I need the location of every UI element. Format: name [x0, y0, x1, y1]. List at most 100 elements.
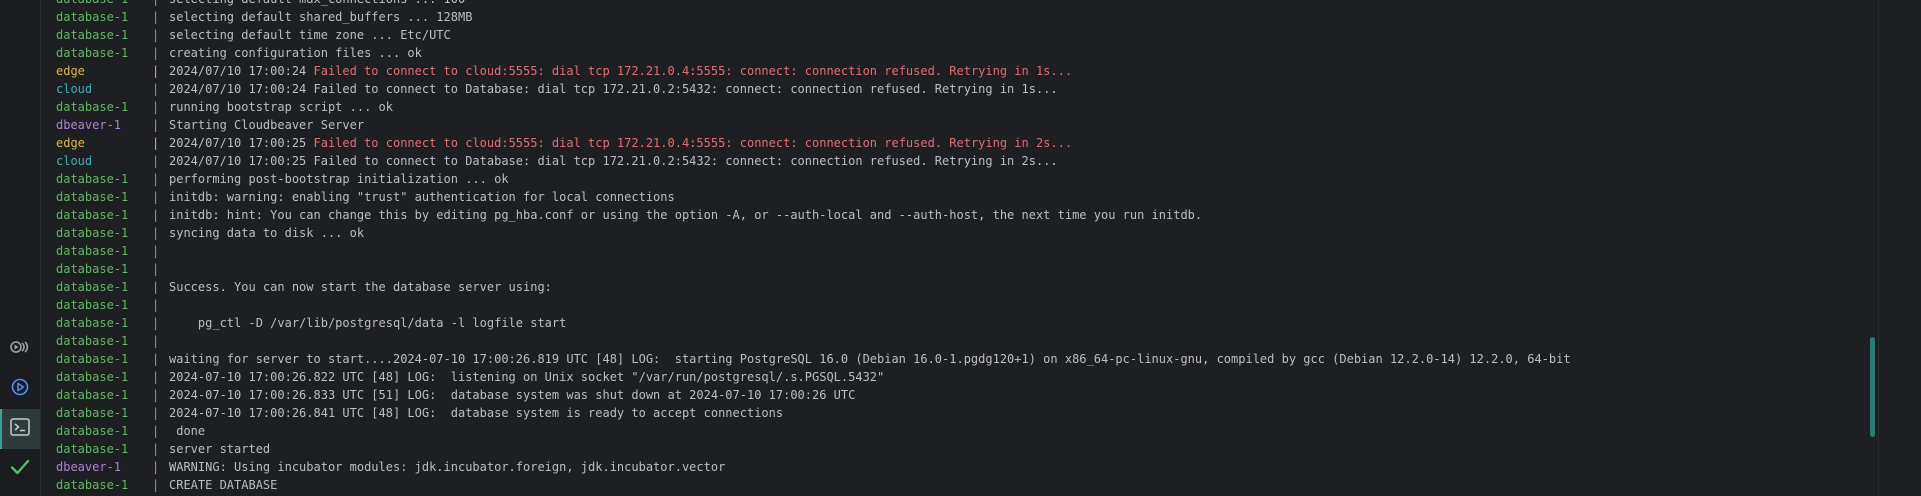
run-debug-icon — [10, 377, 30, 402]
terminal-button[interactable] — [0, 409, 40, 449]
log-error-message: Failed to connect to cloud:5555: dial tc… — [313, 136, 1073, 150]
log-separator: | — [152, 478, 160, 492]
service-name: cloud — [56, 82, 93, 96]
log-message: server started — [169, 442, 271, 456]
log-separator: | — [152, 244, 160, 258]
terminal-icon — [10, 417, 30, 441]
log-line: database-1 | syncing data to disk ... ok — [56, 224, 1891, 242]
log-line: database-1 | creating configuration files … — [56, 44, 1891, 62]
log-line: database-1 | — [56, 296, 1891, 314]
services-button[interactable] — [0, 329, 40, 369]
log-message: 2024/07/10 17:00:24 Failed to connect to… — [169, 82, 1058, 96]
service-name: database-1 — [56, 406, 129, 420]
log-separator: | — [152, 262, 160, 276]
log-separator: | — [152, 442, 160, 456]
log-separator: | — [152, 208, 160, 222]
log-line: database-1 | — [56, 260, 1891, 278]
log-message: 2024/07/10 17:00:25 — [169, 136, 314, 150]
log-separator: | — [152, 298, 160, 312]
log-line: database-1 | — [56, 332, 1891, 350]
service-name: database-1 — [56, 172, 129, 186]
service-name: cloud — [56, 154, 93, 168]
service-name: database-1 — [56, 298, 129, 312]
run-debug-button[interactable] — [0, 369, 40, 409]
vertical-scrollbar[interactable] — [1870, 337, 1875, 437]
service-name: database-1 — [56, 262, 129, 276]
log-separator: | — [152, 424, 160, 438]
log-line: database-1 | running bootstrap script ... … — [56, 98, 1891, 116]
log-line: cloud | 2024/07/10 17:00:25 Failed to conn… — [56, 152, 1891, 170]
service-name: database-1 — [56, 280, 129, 294]
log-message: selecting default time zone ... Etc/UTC — [169, 28, 451, 42]
log-message: 2024-07-10 17:00:26.822 UTC [48] LOG: li… — [169, 370, 885, 384]
log-separator: | — [152, 370, 160, 384]
log-message: CREATE DATABASE — [169, 478, 278, 492]
service-name: database-1 — [56, 352, 129, 366]
log-separator: | — [152, 10, 160, 24]
log-separator: | — [152, 334, 160, 348]
log-line: database-1 | selecting default shared_buff… — [56, 8, 1891, 26]
log-line: database-1 | selecting default time zone .… — [56, 26, 1891, 44]
service-name: edge — [56, 136, 85, 150]
log-separator: | — [152, 388, 160, 402]
log-message: syncing data to disk ... ok — [169, 226, 365, 240]
log-line: database-1 | server started — [56, 440, 1891, 458]
log-line: edge | 2024/07/10 17:00:25 Failed to conne… — [56, 134, 1891, 152]
log-line: database-1 | waiting for server to start..… — [56, 350, 1891, 368]
log-message: pg_ctl -D /var/lib/postgresql/data -l lo… — [169, 316, 567, 330]
log-separator: | — [152, 226, 160, 240]
log-separator: | — [152, 352, 160, 366]
tool-window-bar — [0, 0, 41, 496]
service-name: database-1 — [56, 244, 129, 258]
log-separator: | — [152, 118, 160, 132]
service-name: database-1 — [56, 28, 129, 42]
right-tool-bar — [1878, 0, 1921, 496]
service-name: database-1 — [56, 46, 129, 60]
services-icon — [10, 340, 30, 359]
log-line: cloud | 2024/07/10 17:00:24 Failed to conn… — [56, 80, 1891, 98]
log-separator: | — [152, 460, 160, 474]
service-name: database-1 — [56, 10, 129, 24]
service-name: database-1 — [56, 0, 152, 8]
log-separator: | — [152, 28, 160, 42]
terminal-output[interactable]: database-1|selecting default max_connect… — [56, 0, 1891, 494]
log-line: dbeaver-1 | Starting Cloudbeaver Server — [56, 116, 1891, 134]
log-separator: | — [152, 100, 160, 114]
check-icon — [10, 458, 30, 481]
service-name: database-1 — [56, 190, 129, 204]
log-message: Success. You can now start the database … — [169, 280, 552, 294]
service-name: database-1 — [56, 370, 129, 384]
service-name: database-1 — [56, 100, 129, 114]
log-separator: | — [152, 136, 160, 150]
log-line: database-1 | 2024-07-10 17:00:26.833 UTC [… — [56, 386, 1891, 404]
log-separator: | — [152, 172, 160, 186]
log-line: dbeaver-1 | WARNING: Using incubator modul… — [56, 458, 1891, 476]
service-name: database-1 — [56, 226, 129, 240]
log-separator: | — [152, 316, 160, 330]
log-separator: | — [152, 82, 160, 96]
log-separator: | — [152, 154, 160, 168]
problems-button[interactable] — [0, 449, 40, 489]
log-line: database-1 | performing post-bootstrap ini… — [56, 170, 1891, 188]
log-line: database-1|selecting default max_connect… — [56, 0, 1891, 8]
service-name: dbeaver-1 — [56, 118, 122, 132]
log-message: 2024/07/10 17:00:24 — [169, 64, 314, 78]
log-separator: | — [152, 280, 160, 294]
log-message: selecting default shared_buffers ... 128… — [169, 10, 473, 24]
log-message: done — [169, 424, 206, 438]
service-name: database-1 — [56, 478, 129, 492]
log-error-message: Failed to connect to cloud:5555: dial tc… — [313, 64, 1073, 78]
log-message: performing post-bootstrap initialization… — [169, 172, 509, 186]
log-line: database-1 | done — [56, 422, 1891, 440]
service-name: database-1 — [56, 388, 129, 402]
log-message: 2024-07-10 17:00:26.833 UTC [51] LOG: da… — [169, 388, 856, 402]
service-name: database-1 — [56, 442, 129, 456]
service-name: database-1 — [56, 316, 129, 330]
log-message: WARNING: Using incubator modules: jdk.in… — [169, 460, 726, 474]
log-line: database-1 | initdb: hint: You can change … — [56, 206, 1891, 224]
service-name: database-1 — [56, 424, 129, 438]
log-message: running bootstrap script ... ok — [169, 100, 393, 114]
log-line: database-1 | — [56, 242, 1891, 260]
log-line: database-1 | pg_ctl -D /var/lib/postgresq… — [56, 314, 1891, 332]
ide-window: database-1|selecting default max_connect… — [0, 0, 1921, 496]
